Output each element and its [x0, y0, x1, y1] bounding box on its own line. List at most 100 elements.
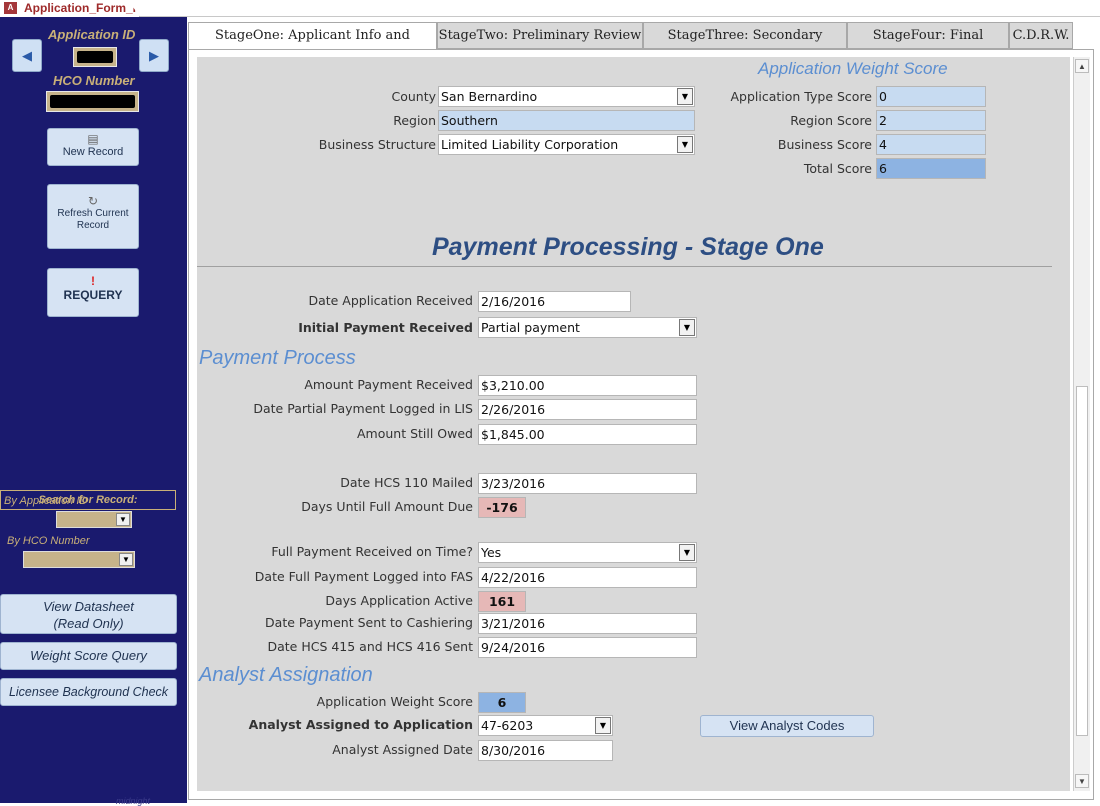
tab-stage-four[interactable]: StageFour: Final Review [847, 22, 1009, 69]
hcs110-label: Date HCS 110 Mailed [340, 475, 473, 490]
hco-number-label: HCO Number [53, 73, 135, 88]
application-weight-score-field[interactable]: 6 [478, 692, 526, 713]
tab-cdrw[interactable]: C.D.R.W. [1009, 22, 1073, 49]
county-dropdown[interactable]: San Bernardino ▼ [438, 86, 695, 107]
new-record-button[interactable]: ▤ New Record [47, 128, 139, 166]
document-tab[interactable]: A Application_Form_F [0, 0, 140, 17]
cashiering-field[interactable]: 3/21/2016 [478, 613, 697, 634]
chevron-down-icon: ▼ [677, 136, 693, 153]
cashiering-label: Date Payment Sent to Cashiering [265, 615, 473, 630]
watermark: midnight [116, 796, 151, 806]
full-logged-label: Date Full Payment Logged into FAS [254, 569, 473, 584]
scroll-down-icon[interactable]: ▼ [1075, 774, 1089, 788]
arrow-left-icon: ◀ [22, 48, 32, 63]
business-structure-value: Limited Liability Corporation [441, 137, 619, 152]
vertical-scrollbar[interactable]: ▲ ▼ [1073, 57, 1090, 791]
region-score-label: Region Score [790, 113, 872, 128]
hcs110-field[interactable]: 3/23/2016 [478, 473, 697, 494]
tab-stage-one[interactable]: StageOne: Applicant Info and Payment [188, 22, 437, 69]
view-datasheet-button[interactable]: View Datasheet (Read Only) [0, 594, 177, 634]
full-on-time-value: Yes [481, 545, 502, 560]
amount-received-field[interactable]: $3,210.00 [478, 375, 697, 396]
analyst-date-label: Analyst Assigned Date [332, 742, 473, 757]
full-logged-field[interactable]: 4/22/2016 [478, 567, 697, 588]
app-type-score-field[interactable]: 0 [876, 86, 986, 107]
initial-payment-dropdown[interactable]: Partial payment ▼ [478, 317, 697, 338]
document-tab-bar: A Application_Form_F [0, 0, 1100, 17]
scroll-up-icon[interactable]: ▲ [1075, 59, 1089, 73]
hcs415-label: Date HCS 415 and HCS 416 Sent [267, 639, 473, 654]
amount-received-label: Amount Payment Received [304, 377, 473, 392]
arrow-right-icon: ▶ [149, 48, 159, 63]
hcs415-field[interactable]: 9/24/2016 [478, 637, 697, 658]
chevron-down-icon: ▼ [116, 513, 130, 526]
application-id-label: Application ID [48, 27, 136, 42]
chevron-down-icon: ▼ [679, 319, 695, 336]
business-structure-label: Business Structure [318, 137, 436, 152]
business-score-field[interactable]: 4 [876, 134, 986, 155]
total-score-field[interactable]: 6 [876, 158, 986, 179]
full-on-time-label: Full Payment Received on Time? [271, 544, 473, 559]
hco-number-field[interactable] [46, 91, 139, 112]
search-hco-number-dropdown[interactable]: ▼ [23, 551, 135, 568]
view-datasheet-label: View Datasheet [43, 599, 134, 614]
county-label: County [391, 89, 436, 104]
new-record-icon: ▤ [87, 132, 99, 146]
region-field[interactable]: Southern [438, 110, 695, 131]
tab-stage-two[interactable]: StageTwo: Preliminary Review [437, 22, 643, 49]
redaction-mask [50, 95, 135, 108]
partial-logged-label: Date Partial Payment Logged in LIS [253, 401, 473, 416]
full-on-time-dropdown[interactable]: Yes ▼ [478, 542, 697, 563]
application-weight-score-label: Application Weight Score [316, 694, 473, 709]
application-id-field[interactable] [73, 47, 117, 67]
app-type-score-label: Application Type Score [730, 89, 872, 104]
days-until-due-label: Days Until Full Amount Due [301, 499, 473, 514]
sidebar: Application ID ◀ ▶ HCO Number ▤ New Reco… [0, 17, 187, 806]
view-datasheet-sublabel: (Read Only) [53, 616, 124, 631]
partial-logged-field[interactable]: 2/26/2016 [478, 399, 697, 420]
date-received-field[interactable]: 2/16/2016 [478, 291, 631, 312]
business-score-label: Business Score [777, 137, 872, 152]
analyst-assigned-value: 47-6203 [481, 718, 534, 733]
initial-payment-value: Partial payment [481, 320, 580, 335]
chevron-down-icon: ▼ [119, 553, 133, 566]
payment-process-heading: Payment Process [199, 347, 356, 369]
analyst-date-field[interactable]: 8/30/2016 [478, 740, 613, 761]
previous-record-button[interactable]: ◀ [12, 39, 42, 72]
analyst-assigned-label: Analyst Assigned to Application [248, 717, 473, 732]
next-record-button[interactable]: ▶ [139, 39, 169, 72]
requery-label: REQUERY [63, 288, 123, 302]
county-value: San Bernardino [441, 89, 538, 104]
days-until-due-field[interactable]: -176 [478, 497, 526, 518]
requery-button[interactable]: ! REQUERY [47, 268, 139, 317]
chevron-down-icon: ▼ [677, 88, 693, 105]
region-score-field[interactable]: 2 [876, 110, 986, 131]
weight-score-heading: Application Weight Score [758, 59, 948, 78]
licensee-background-check-button[interactable]: Licensee Background Check [0, 678, 177, 706]
refresh-record-button[interactable]: ↻ Refresh Current Record [47, 184, 139, 249]
analyst-assigned-dropdown[interactable]: 47-6203 ▼ [478, 715, 613, 736]
section-divider [197, 266, 1052, 267]
date-received-label: Date Application Received [308, 293, 473, 308]
weight-score-query-button[interactable]: Weight Score Query [0, 642, 177, 670]
business-structure-dropdown[interactable]: Limited Liability Corporation ▼ [438, 134, 695, 155]
payment-processing-title: Payment Processing - Stage One [432, 233, 824, 261]
scrollbar-thumb[interactable] [1076, 386, 1088, 736]
days-active-label: Days Application Active [325, 593, 473, 608]
by-hco-number-label: By HCO Number [7, 535, 90, 547]
chevron-down-icon: ▼ [595, 717, 611, 734]
search-application-id-dropdown[interactable]: ▼ [56, 511, 132, 528]
by-application-id-label: By Application ID [4, 495, 88, 507]
still-owed-label: Amount Still Owed [356, 426, 473, 441]
tab-stage-three[interactable]: StageThree: Secondary Review [643, 22, 847, 69]
still-owed-field[interactable]: $1,845.00 [478, 424, 697, 445]
chevron-down-icon: ▼ [679, 544, 695, 561]
refresh-icon: ↻ [87, 194, 99, 208]
analyst-assignation-heading: Analyst Assignation [199, 664, 373, 686]
view-analyst-codes-button[interactable]: View Analyst Codes [700, 715, 874, 737]
document-tab-title: Application_Form_F [24, 1, 141, 15]
days-active-field[interactable]: 161 [478, 591, 526, 612]
access-form-icon: A [4, 2, 17, 14]
total-score-label: Total Score [803, 161, 872, 176]
new-record-label: New Record [62, 146, 124, 158]
